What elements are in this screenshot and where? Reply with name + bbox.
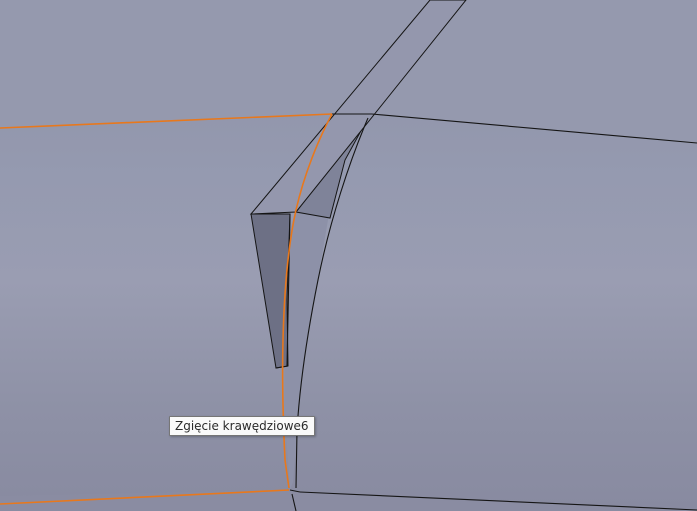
feature-tooltip: Zgięcie krawędziowe6 — [169, 416, 315, 436]
bottom-face[interactable] — [0, 490, 697, 511]
flange-side-face[interactable] — [250, 213, 291, 369]
model-geometry[interactable] — [0, 0, 697, 511]
cad-3d-viewport[interactable]: Zgięcie krawędziowe6 — [0, 0, 697, 511]
